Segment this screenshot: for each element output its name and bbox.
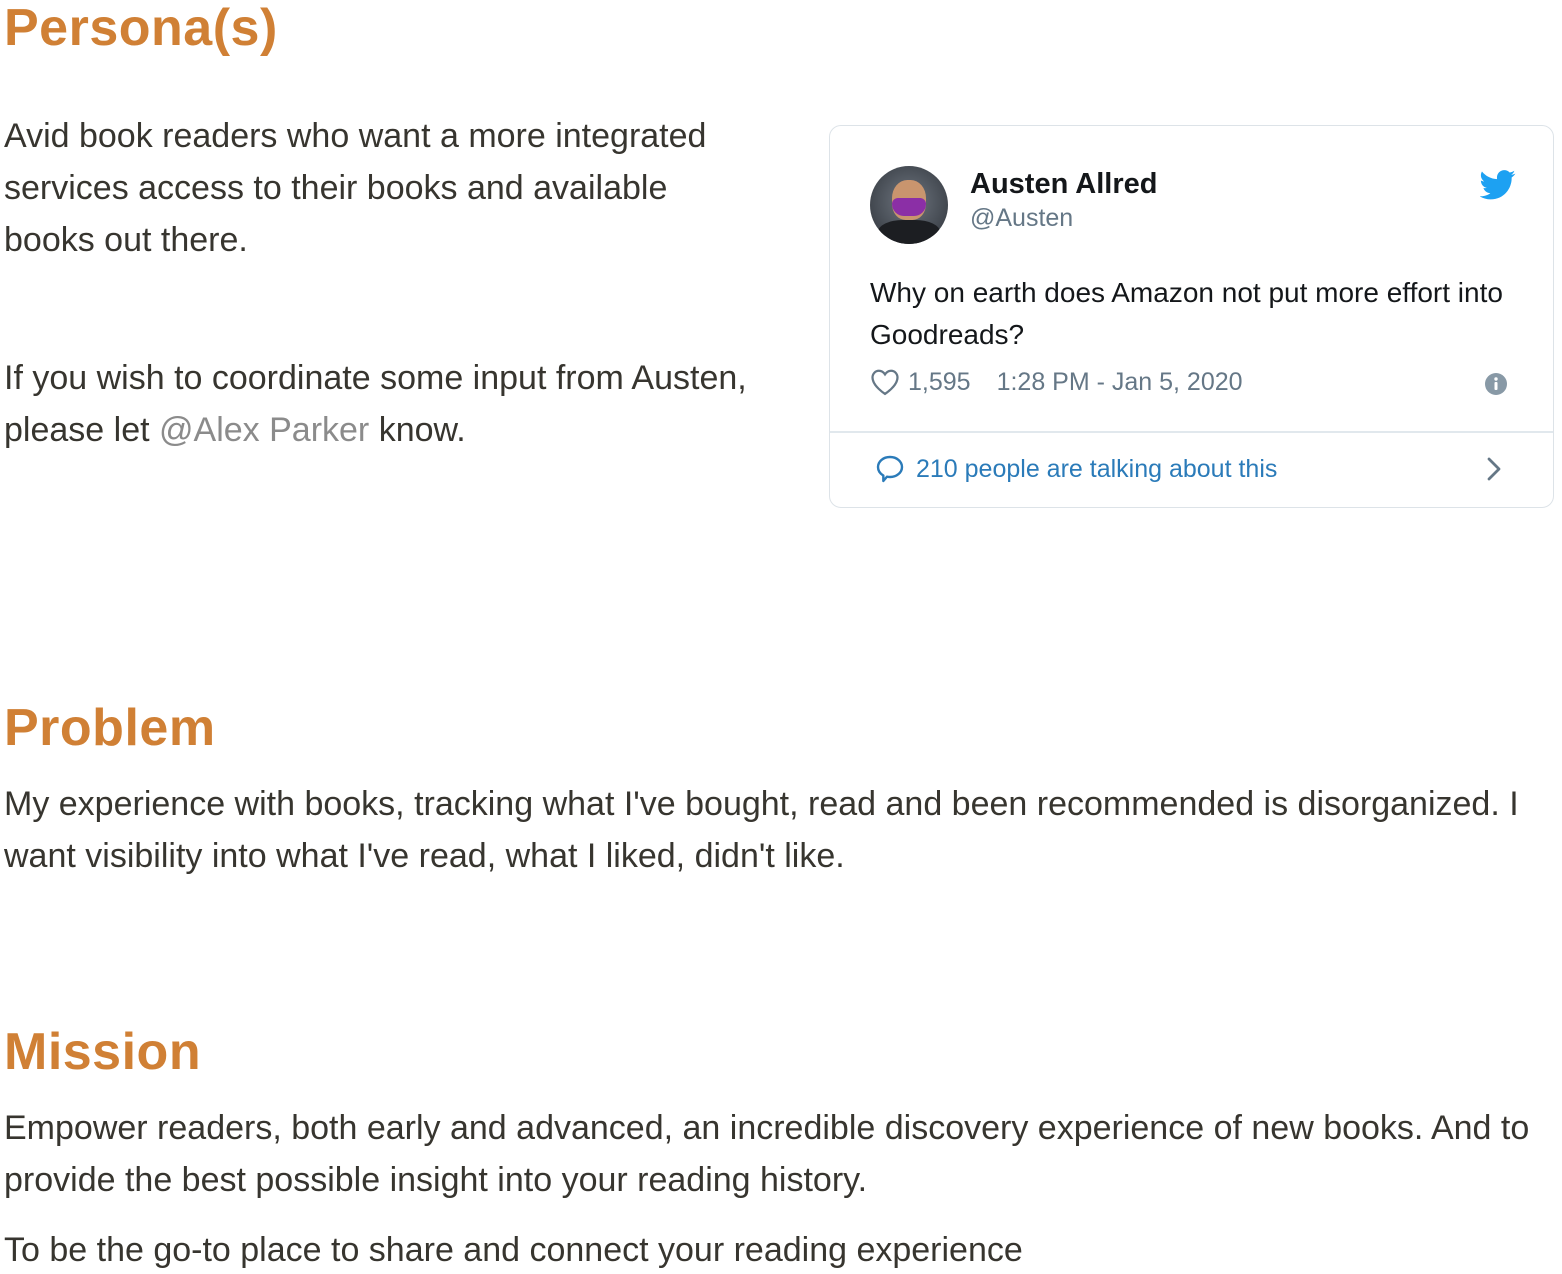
problem-text: My experience with books, tracking what … [4,785,1519,875]
chevron-right-icon[interactable] [1482,454,1506,484]
embedded-tweet[interactable]: Austen Allred @Austen Why on earth does … [829,125,1554,508]
page: Persona(s) Avid book readers who want a … [0,0,1562,1274]
tweet-divider [830,431,1553,433]
tweet-author-name[interactable]: Austen Allred [970,168,1157,201]
tweet-text: Why on earth does Amazon not put more ef… [870,277,1503,350]
mission-heading: Mission [4,1023,202,1081]
persona-description: Avid book readers who want a more integr… [4,117,707,259]
problem-heading: Problem [4,699,216,757]
avatar[interactable] [870,166,948,244]
mission-text: Empower readers, both early and advanced… [4,1109,1530,1199]
like-count[interactable]: 1,595 [908,368,971,397]
twitter-bird-icon[interactable] [1480,170,1516,200]
info-icon[interactable] [1484,372,1508,396]
mission-statement: To be the go-to place to share and conne… [4,1231,1023,1269]
heart-icon[interactable] [870,368,900,396]
coordination-note-end: know. [369,411,466,449]
conversation-label[interactable]: 210 people are talking about this [916,455,1277,484]
tweet-meta: 1,595 1:28 PM - Jan 5, 2020 [870,366,1243,398]
tweet-timestamp[interactable]: 1:28 PM - Jan 5, 2020 [997,368,1243,397]
tweet-author-handle[interactable]: @Austen [970,204,1073,233]
conversation-link[interactable]: 210 people are talking about this [874,452,1277,486]
persona-heading: Persona(s) [4,0,278,57]
coordination-note: If you wish to coordinate some input fro… [4,352,764,456]
speech-bubble-icon [876,455,904,483]
user-mention[interactable]: @Alex Parker [159,411,369,449]
